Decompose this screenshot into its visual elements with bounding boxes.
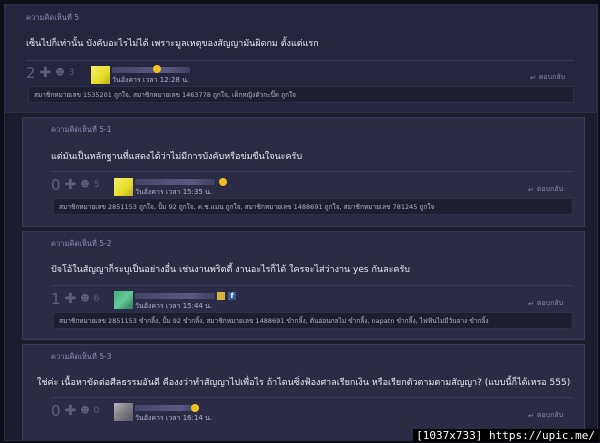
vote-count: 2 [26,64,36,82]
vote-area: 0 ✚ ☻ 5 [51,176,99,194]
reply-button[interactable]: ↵ ตอบกลับ [528,298,563,309]
reply-label: ตอบกลับ [536,185,564,193]
comment-body: ปัจโอ้ในสัญญาก็ระบุเป็นอย่างอื่น เช่นงาน… [51,265,410,275]
smiley-icon [153,65,161,73]
plus-icon[interactable]: ✚ [40,65,52,81]
plus-icon[interactable]: ✚ [65,403,77,419]
smiley-icon [219,178,227,186]
divider [51,397,573,398]
plus-icon[interactable]: ✚ [65,177,77,193]
vote-count: 0 [51,402,61,420]
vote-area: 1 ✚ ☻ 6 [51,290,99,308]
emotion-count: 3 [68,68,75,78]
vote-count: 0 [51,176,61,194]
username[interactable] [135,293,215,299]
timestamp: วันอังคาร เวลา 16:14 น. [135,414,213,422]
emotion-count: 6 [93,294,100,304]
emotion-icon[interactable]: ☻ [80,294,89,304]
timestamp: วันอังคาร เวลา 15:35 น. [135,188,213,196]
reply-card: ความคิดเห็นที่ 5-2 ปัจโอ้ในสัญญาก็ระบุเป… [22,231,585,340]
vote-area: 0 ✚ ☻ 0 [51,402,99,420]
vote-area: 2 ✚ ☻ 3 [26,64,74,82]
avatar[interactable] [114,403,133,421]
comment-body: แต่มันเป็นหลักฐานที่แสดงได้ว่าไม่มีการบั… [51,152,303,162]
emotion-icon[interactable]: ☻ [55,68,64,78]
comment-number: ความคิดเห็นที่ 5 [26,13,80,22]
likes-list[interactable]: สมาชิกหมายเลข 2851153 ถูกใจ, ปั้ม 92 ถูก… [53,198,573,215]
divider [51,285,573,286]
emotion-count: 5 [93,180,100,190]
reply-button[interactable]: ↵ ตอบกลับ [528,184,563,195]
avatar[interactable] [114,178,133,196]
emotion-icon[interactable]: ☻ [80,180,89,190]
avatar[interactable] [114,291,133,309]
facebook-icon[interactable]: f [228,292,236,300]
reply-button[interactable]: ↵ ตอบกลับ [528,410,563,421]
reply-card: ความคิดเห็นที่ 5-3 ใช่ค่ะ เนื้อหาขัดต่อศ… [22,344,585,440]
comment-number: ความคิดเห็นที่ 5-1 [51,125,112,134]
comment-body: ใช่ค่ะ เนื้อหาขัดต่อศีลธรรมอันดี คืองงว่… [37,378,571,388]
vote-count: 1 [51,290,61,308]
reply-label: ตอบกลับ [538,73,566,81]
reply-label: ตอบกลับ [536,299,564,307]
likes-list[interactable]: สมาชิกหมายเลข 2851153 ขำกลิ้ง, ปั้ม 92 ข… [53,312,573,329]
emotion-icon[interactable]: ☻ [80,406,89,416]
comment-number: ความคิดเห็นที่ 5-3 [51,352,112,361]
comment-card: ความคิดเห็นที่ 5 เซ็นไปก็เท่านั้น บังคับ… [5,5,597,113]
username[interactable] [135,179,215,185]
divider [51,171,573,172]
reply-label: ตอบกลับ [536,411,564,419]
timestamp: วันอังคาร เวลา 12:28 น. [112,76,190,84]
reply-arrow-icon: ↵ [530,73,536,82]
timestamp: วันอังคาร เวลา 15:44 น. [135,302,213,310]
medal-icon [217,292,225,300]
likes-list[interactable]: สมาชิกหมายเลข 1535201 ถูกใจ, สมาชิกหมายเ… [28,86,574,103]
plus-icon[interactable]: ✚ [65,291,77,307]
reply-arrow-icon: ↵ [528,411,534,420]
reply-card: ความคิดเห็นที่ 5-1 แต่มันเป็นหลักฐานที่แ… [22,117,585,227]
avatar[interactable] [91,66,110,84]
reply-button[interactable]: ↵ ตอบกลับ [530,72,565,83]
image-watermark: [1037x733] https://upic.me/ [413,429,598,442]
reply-arrow-icon: ↵ [528,299,534,308]
smiley-icon [191,404,199,412]
emotion-count: 0 [93,406,100,416]
comment-body: เซ็นไปก็เท่านั้น บังคับอะไรไม่ได้ เพราะม… [26,39,319,49]
username[interactable] [112,67,190,73]
username[interactable] [135,405,199,411]
divider [26,60,574,61]
comment-thread: ความคิดเห็นที่ 5 เซ็นไปก็เท่านั้น บังคับ… [4,4,598,441]
reply-arrow-icon: ↵ [528,185,534,194]
comment-number: ความคิดเห็นที่ 5-2 [51,239,112,248]
